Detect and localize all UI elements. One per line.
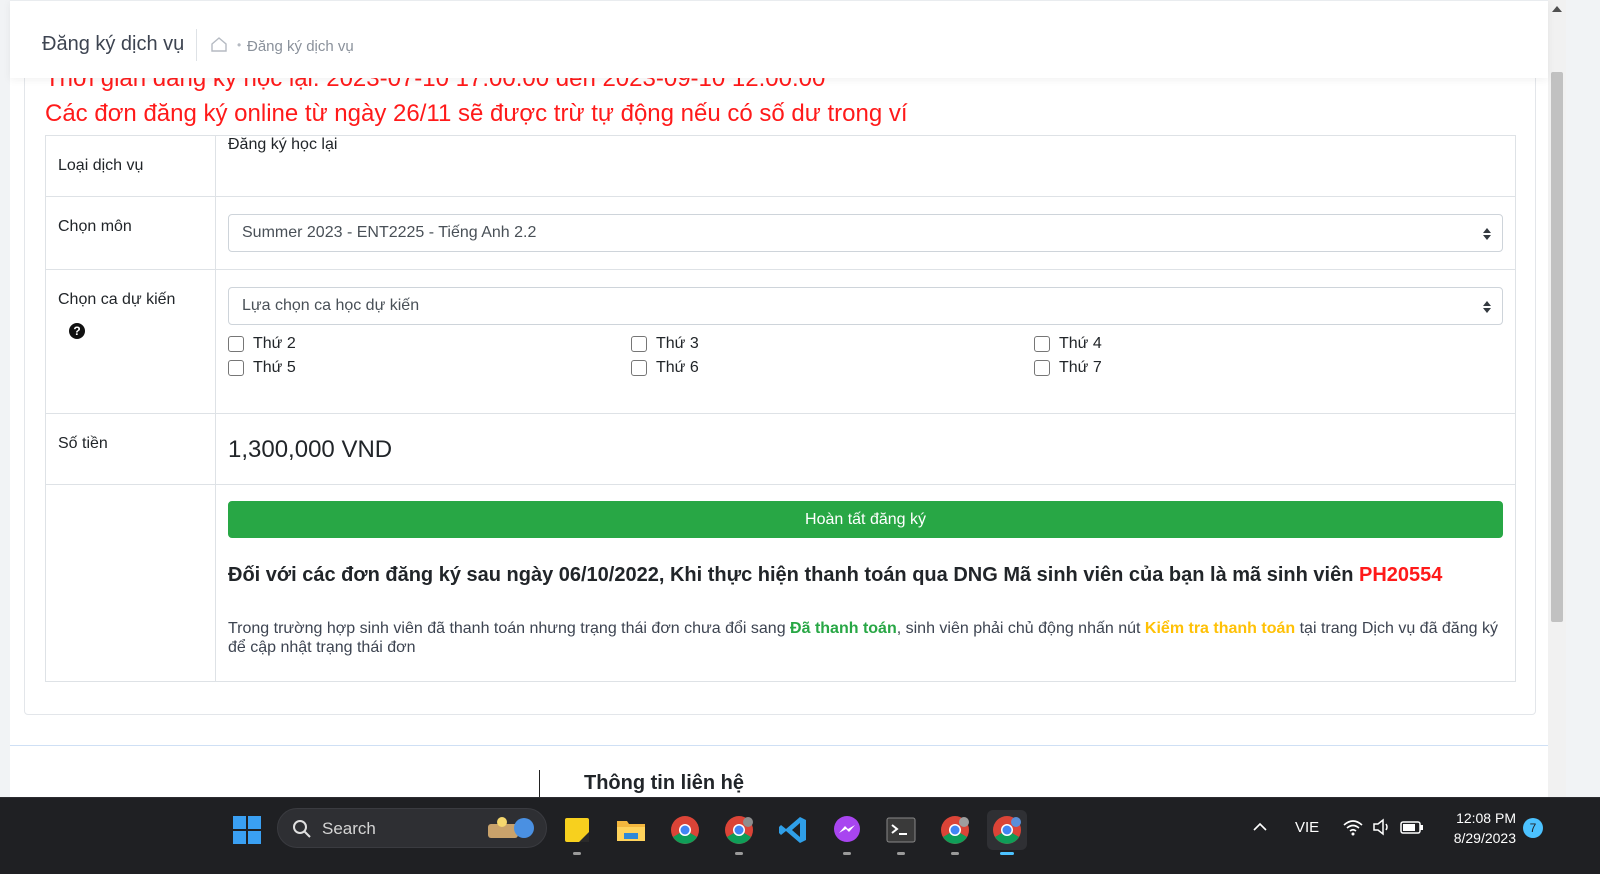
taskbar-clock[interactable]: 12:08 PM 8/29/2023 [1436,808,1516,848]
payment-status-note: Trong trường hợp sinh viên đã thanh toán… [228,620,1498,656]
home-icon[interactable] [210,35,228,53]
empty-label-cell [45,484,216,682]
weekday-checkboxes: Thứ 2 Thứ 3 Thứ 4 Thứ 5 Thứ 6 Thứ 7 [228,335,1503,377]
terminal-icon[interactable] [881,810,921,855]
day-option-thu-7[interactable]: Thứ 7 [1034,359,1437,377]
checkbox[interactable] [1034,336,1050,352]
amount-label: Số tiền [45,413,216,485]
windows-taskbar: Search VIE 12:08 PM 8/29/2023 7 [0,797,1600,874]
amount-value: 1,300,000 VND [228,436,393,463]
checkbox[interactable] [228,336,244,352]
contact-info-title: Thông tin liên hệ [584,772,744,794]
checkbox[interactable] [631,360,647,376]
clock-date: 8/29/2023 [1453,830,1516,846]
notification-badge[interactable]: 7 [1523,818,1543,838]
clock-time: 12:08 PM [1456,810,1516,826]
footer-divider [10,745,1548,746]
payment-note: Đối với các đơn đăng ký sau ngày 06/10/2… [228,564,1443,586]
taskbar-search-box[interactable]: Search [277,808,547,848]
paid-status-text: Đã thanh toán [790,620,897,637]
chrome-t-icon[interactable] [987,810,1027,855]
page: Thời gian đăng ký học lại: 2023-07-10 17… [10,0,1548,815]
messenger-icon[interactable] [827,810,867,855]
auto-deduct-notice: Các đơn đăng ký online từ ngày 26/11 sẽ … [45,100,908,127]
chrome-icon[interactable] [665,810,705,850]
page-scrollbar[interactable] [1548,0,1566,815]
service-type-value: Đăng ký học lại [215,135,1516,197]
check-payment-text: Kiểm tra thanh toán [1144,620,1296,637]
vscode-icon[interactable] [773,810,813,850]
chrome-p-icon[interactable] [935,810,975,855]
scrollbar-thumb[interactable] [1551,72,1563,622]
complete-registration-button[interactable]: Hoàn tất đăng ký [228,501,1503,538]
subject-select-value: Summer 2023 - ENT2225 - Tiếng Anh 2.2 [242,224,537,241]
sticky-notes-icon[interactable] [557,810,597,855]
day-option-thu-4[interactable]: Thứ 4 [1034,335,1437,353]
student-id: PH20554 [1359,564,1443,586]
wifi-icon[interactable] [1342,818,1364,836]
checkbox[interactable] [1034,360,1050,376]
registration-card: Thời gian đăng ký học lại: 2023-07-10 17… [24,40,1536,715]
header-divider [196,29,197,61]
day-option-thu-3[interactable]: Thứ 3 [631,335,1034,353]
chevron-up-icon[interactable] [1252,822,1268,832]
language-indicator[interactable]: VIE [1295,819,1319,836]
day-option-thu-5[interactable]: Thứ 5 [228,359,631,377]
shift-select-placeholder: Lựa chọn ca học dự kiến [242,297,420,314]
page-title: Đăng ký dịch vụ [42,33,185,55]
search-label: Search [322,819,376,838]
scroll-up-icon[interactable] [1552,6,1562,12]
breadcrumb-separator: • [237,38,242,52]
registration-form: Loại dịch vụ Đăng ký học lại Chọn môn Su… [45,135,1516,682]
select-arrows-icon [1483,228,1491,240]
service-type-label: Loại dịch vụ [45,135,216,197]
file-explorer-icon[interactable] [611,810,651,850]
start-icon[interactable] [227,810,267,850]
shift-label: Chọn ca dự kiến [58,291,176,308]
page-header: Đăng ký dịch vụ • Đăng ký dịch vụ [10,0,1548,78]
checkbox[interactable] [228,360,244,376]
browser-viewport: Thời gian đăng ký học lại: 2023-07-10 17… [0,0,1566,815]
chrome-profile-icon[interactable] [719,810,759,855]
volume-icon[interactable] [1372,818,1392,836]
help-icon[interactable]: ? [69,323,85,339]
search-highlight-icon [488,817,534,838]
select-arrows-icon [1483,301,1491,313]
subject-select[interactable]: Summer 2023 - ENT2225 - Tiếng Anh 2.2 [228,214,1503,252]
shift-select[interactable]: Lựa chọn ca học dự kiến [228,287,1503,325]
battery-icon[interactable] [1400,819,1424,835]
day-option-thu-6[interactable]: Thứ 6 [631,359,1034,377]
checkbox[interactable] [631,336,647,352]
day-option-thu-2[interactable]: Thứ 2 [228,335,631,353]
breadcrumb-current[interactable]: Đăng ký dịch vụ [247,38,354,55]
search-icon [293,820,311,838]
subject-label: Chọn môn [45,196,216,270]
